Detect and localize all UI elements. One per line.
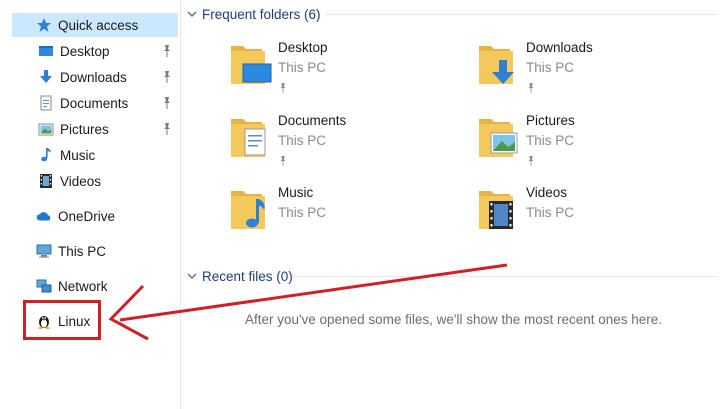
folder-tile-downloads[interactable]: Downloads This PC [473,40,713,106]
pin-icon [280,156,286,166]
folder-location: This PC [278,60,327,75]
folder-name: Documents [278,113,347,128]
folder-name: Videos [526,185,568,200]
star-icon [36,17,52,33]
videos-icon [38,173,54,189]
nav-quick-access[interactable]: Quick access [12,13,178,37]
nav-label: Music [60,147,96,163]
pin-icon [528,156,534,166]
folder-tile-pictures[interactable]: Pictures This PC [473,113,713,179]
nav-label: Videos [60,173,102,189]
nav-item-documents[interactable]: Documents [12,91,178,115]
pin-icon[interactable] [161,122,173,136]
nav-label: Network [58,278,108,294]
nav-item-desktop[interactable]: Desktop [12,39,178,63]
nav-item-pictures[interactable]: Pictures [12,117,178,141]
pin-icon[interactable] [161,70,173,84]
nav-label: OneDrive [58,208,116,224]
folder-name: Pictures [526,113,575,128]
chevron-down-icon [187,273,197,279]
pin-icon [528,83,534,93]
recent-files-header[interactable]: Recent files (0) [186,265,293,287]
folder-tile-music[interactable]: Music This PC [225,185,465,251]
downloads-icon [38,69,54,85]
cloud-icon [36,208,52,224]
folder-location: This PC [526,60,575,75]
folder-music-icon [231,191,265,229]
folder-location: This PC [278,133,327,148]
frequent-folders-header[interactable]: Frequent folders (6) [186,3,321,25]
nav-label: Desktop [60,43,110,59]
group-title: Frequent folders (6) [202,6,321,22]
folder-desktop-icon [231,46,272,84]
folder-name: Downloads [526,40,593,55]
nav-label: Documents [60,95,129,111]
folder-pictures-icon [479,119,518,157]
nav-item-videos[interactable]: Videos [12,169,178,193]
pin-icon[interactable] [161,96,173,110]
nav-label: This PC [58,243,107,259]
navigation-pane: Quick access Desktop Downloads Documents… [0,0,180,409]
group-divider [325,14,717,15]
group-divider [292,276,717,277]
nav-label: Downloads [60,69,127,85]
nav-label: Pictures [60,121,109,137]
folder-location: This PC [278,205,327,220]
nav-item-music[interactable]: Music [12,143,178,167]
nav-item-this-pc[interactable]: This PC [12,239,178,263]
chevron-down-icon [187,11,197,17]
folder-name: Desktop [278,40,328,55]
folder-documents-icon [231,119,266,157]
computer-icon [36,243,52,259]
nav-item-downloads[interactable]: Downloads [12,65,178,89]
pictures-icon [38,121,54,137]
folder-tile-documents[interactable]: Documents This PC [225,113,465,179]
folder-tile-desktop[interactable]: Desktop This PC [225,40,465,106]
desktop-icon [38,43,54,59]
folder-tile-videos[interactable]: Videos This PC [473,185,713,251]
folder-location: This PC [526,133,575,148]
music-note-icon [38,147,54,163]
folder-name: Music [278,185,314,200]
pane-divider [180,0,181,409]
folder-location: This PC [526,205,575,220]
folder-videos-icon [479,191,513,229]
nav-item-network[interactable]: Network [12,274,178,298]
pin-icon[interactable] [161,44,173,58]
nav-label: Quick access [58,17,139,33]
network-icon [36,278,52,294]
recent-files-empty-message: After you've opened some files, we'll sh… [244,312,663,327]
nav-item-onedrive[interactable]: OneDrive [12,204,178,228]
group-title: Recent files (0) [202,268,293,284]
folder-downloads-icon [479,46,514,84]
pin-icon [280,83,286,93]
documents-icon [38,95,54,111]
